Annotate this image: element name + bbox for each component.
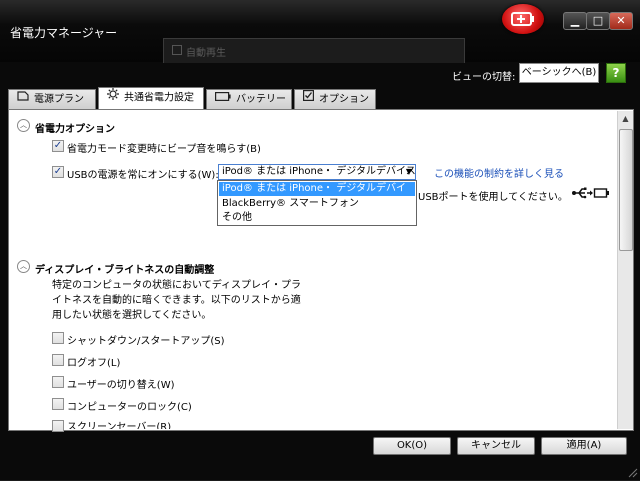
chevron-down-icon: ▼	[405, 167, 412, 176]
cancel-button[interactable]: キャンセル	[457, 437, 535, 455]
screensaver-label: スクリーンセーバー(R)	[67, 422, 172, 429]
autoplay-icon	[172, 45, 182, 55]
close-button[interactable]: ✕	[609, 12, 633, 30]
tab-battery[interactable]: バッテリー	[206, 89, 292, 109]
shutdown-label: シャットダウン/スタートアップ(S)	[67, 336, 225, 347]
collapse-icon[interactable]: ︿	[17, 260, 30, 273]
help-icon[interactable]: ?	[606, 63, 626, 83]
lock-checkbox[interactable]	[52, 398, 64, 410]
usb-battery-icon	[572, 186, 610, 203]
tab-label: 電源プラン	[34, 94, 84, 105]
tab-label: 共通省電力設定	[124, 92, 194, 104]
tab-label: オプション	[319, 94, 369, 105]
power-plan-icon	[17, 90, 29, 108]
background-window-title: 自動再生	[186, 48, 226, 59]
collapse-icon[interactable]: ︿	[17, 119, 30, 132]
beep-label: 省電力モード変更時にビープ音を鳴らす(B)	[67, 144, 261, 155]
view-switch-label: ビューの切替:	[452, 72, 516, 83]
logoff-label: ログオフ(L)	[67, 358, 121, 369]
usb-port-text: USBポートを使用してください。	[418, 192, 568, 203]
dropdown-option[interactable]: BlackBerry® スマートフォン	[219, 197, 415, 211]
power-manager-window: 自動再生 省電力マネージャー ▁ □ ✕ ビューの切替: ベーシックへ(B) ?…	[0, 0, 640, 480]
dropdown-option[interactable]: iPod® または iPhone・ デジタルデバイス	[219, 182, 415, 208]
switch-user-label: ユーザーの切り替え(W)	[67, 380, 175, 391]
brightness-description-line: 用したい状態を選択してください。	[52, 310, 212, 321]
apply-button[interactable]: 適用(A)	[541, 437, 627, 455]
gear-icon	[107, 88, 119, 107]
logoff-checkbox[interactable]	[52, 354, 64, 366]
vertical-scrollbar[interactable]: ▲	[617, 111, 633, 429]
resize-grip-icon[interactable]	[626, 466, 638, 478]
background-window[interactable]: 自動再生	[163, 38, 465, 63]
maximize-button[interactable]: □	[586, 12, 610, 30]
dropdown-option[interactable]: その他	[219, 211, 415, 225]
usb-power-label: USBの電源を常にオンにする(W):	[67, 170, 219, 181]
lock-label: コンピューターのロック(C)	[67, 402, 192, 413]
tab-common-settings[interactable]: 共通省電力設定	[98, 87, 204, 109]
scroll-thumb[interactable]	[619, 129, 633, 251]
battery-icon	[215, 90, 231, 108]
brightness-description-line: イトネスを自動的に暗くできます。以下のリストから適	[52, 295, 301, 306]
scroll-up-icon[interactable]: ▲	[618, 111, 633, 126]
power-saving-header: 省電力オプション	[35, 124, 115, 135]
ok-button[interactable]: OK(O)	[373, 437, 451, 455]
switch-user-checkbox[interactable]	[52, 376, 64, 388]
learn-more-link[interactable]: この機能の制約を詳しく見る	[434, 165, 564, 180]
brightness-description-line: 特定のコンピュータの状態においてディスプレイ・プラ	[52, 280, 301, 291]
window-title: 省電力マネージャー	[10, 26, 118, 40]
usb-device-select[interactable]: iPod® または iPhone・ デジタルデバイス ▼	[218, 164, 416, 180]
shutdown-checkbox[interactable]	[52, 332, 64, 344]
tab-label: バッテリー	[236, 94, 286, 105]
battery-plus-icon	[502, 4, 544, 34]
tab-options[interactable]: オプション	[294, 89, 376, 109]
usb-device-selected: iPod® または iPhone・ デジタルデバイス	[222, 166, 416, 177]
tab-power-plan[interactable]: 電源プラン	[8, 89, 96, 109]
minimize-button[interactable]: ▁	[563, 12, 587, 30]
checkbox-icon	[303, 90, 315, 108]
usb-power-checkbox[interactable]: ✓	[52, 166, 64, 178]
beep-checkbox[interactable]: ✓	[52, 140, 64, 152]
brightness-header: ディスプレイ・ブライトネスの自動調整	[35, 265, 215, 276]
usb-device-dropdown: iPod® または iPhone・ デジタルデバイス BlackBerry® ス…	[217, 180, 417, 226]
screensaver-checkbox[interactable]	[52, 420, 64, 432]
basic-view-button[interactable]: ベーシックへ(B)	[519, 63, 599, 83]
